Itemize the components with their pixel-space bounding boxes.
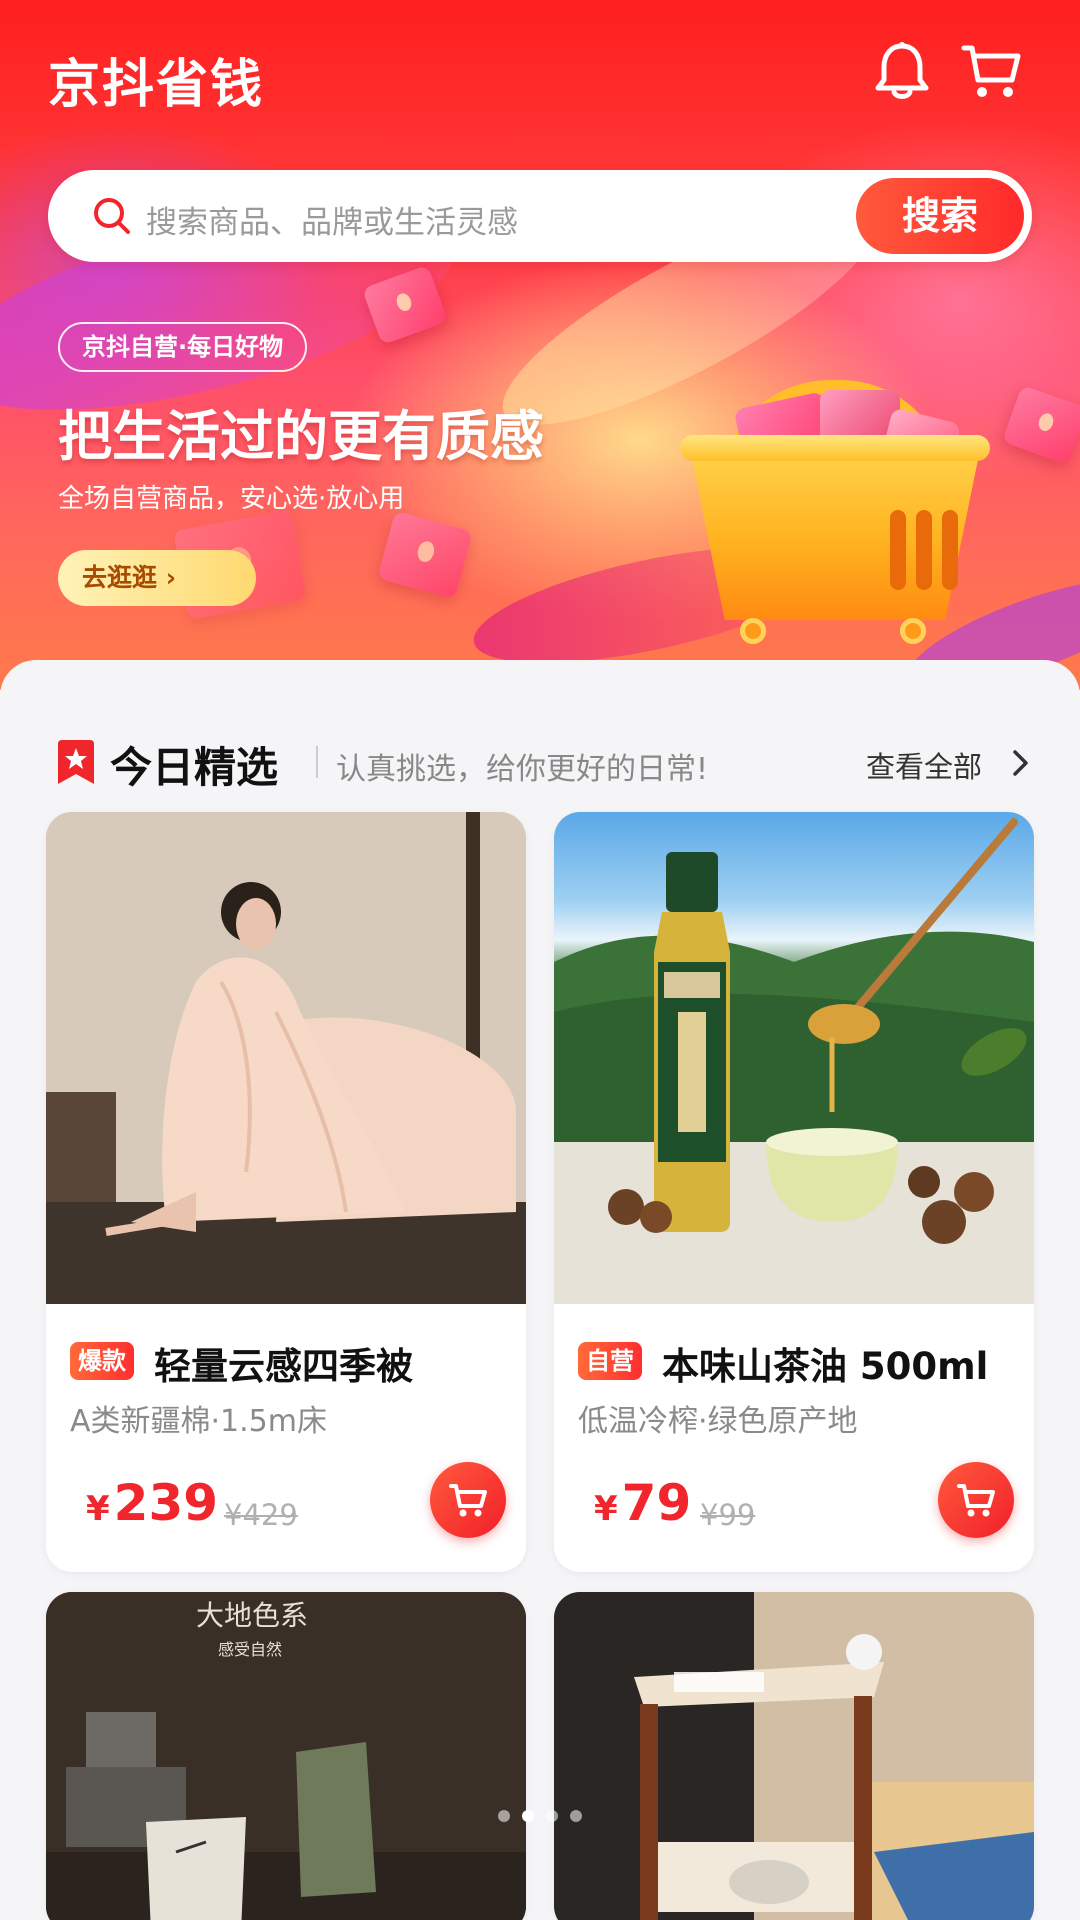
app-title: 京抖省钱 — [48, 55, 265, 115]
product-image — [554, 812, 1034, 1304]
product-card[interactable]: 自营 本味山茶油 500ml 低温冷榨·绿色原产地 ¥79 ¥99 — [554, 812, 1034, 1572]
banner-subline: 全场自营商品，安心选·放心用 — [58, 484, 405, 514]
product-price: ¥239 — [86, 1474, 218, 1532]
section-subtitle: 认真挑选，给你更好的日常! — [336, 752, 709, 787]
original-price: ¥429 — [224, 1498, 298, 1532]
bell-icon[interactable] — [872, 40, 932, 102]
shopping-basket-illustration — [680, 380, 990, 650]
decor-gift-box — [1001, 384, 1080, 466]
product-card[interactable]: 爆款 轻量云感四季被 A类新疆棉·1.5m床 ¥239 ¥429 — [46, 812, 526, 1572]
banner-tag: 京抖自营·每日好物 — [58, 322, 308, 372]
image-caption-title: 大地色系 — [196, 1599, 309, 1632]
search-icon — [92, 196, 132, 236]
product-desc: A类新疆棉·1.5m床 — [70, 1404, 327, 1439]
section-header: 今日精选 认真挑选，给你更好的日常! 查看全部 — [0, 730, 1080, 792]
view-all-link[interactable]: 查看全部 — [866, 744, 982, 786]
product-name: 轻量云感四季被 — [154, 1345, 413, 1388]
product-image: 大地色系 感受自然 — [46, 1592, 526, 1920]
image-caption-sub: 感受自然 — [218, 1640, 283, 1659]
search-bar: 搜索商品、品牌或生活灵感 搜索 — [48, 170, 1032, 262]
hot-badge: 爆款 — [70, 1342, 134, 1380]
section-title: 今日精选 — [110, 743, 279, 792]
currency-symbol: ¥ — [594, 1489, 618, 1529]
add-to-cart-button[interactable] — [938, 1462, 1014, 1538]
banner-cta-button[interactable]: 去逛逛 › — [58, 550, 256, 606]
shopping-cart-icon[interactable] — [960, 40, 1022, 102]
add-to-cart-button[interactable] — [430, 1462, 506, 1538]
hero-banner: 京抖省钱 搜索商品、品牌或生活灵感 搜索 京抖自营·每日好物 把生活过的更有质感… — [0, 0, 1080, 690]
product-card[interactable]: 大地色系 感受自然 — [46, 1592, 526, 1920]
divider — [316, 746, 318, 778]
cart-icon — [449, 1484, 487, 1517]
currency-symbol: ¥ — [86, 1489, 110, 1529]
price-value: 79 — [621, 1474, 692, 1532]
product-card[interactable] — [554, 1592, 1034, 1920]
decor-gift-box — [377, 510, 473, 600]
product-image — [554, 1592, 1034, 1920]
bookmark-star-icon — [56, 740, 96, 786]
search-input[interactable]: 搜索商品、品牌或生活灵感 — [146, 197, 518, 242]
banner-headline: 把生活过的更有质感 — [58, 405, 544, 468]
carousel-dots — [498, 1808, 582, 1824]
product-name: 本味山茶油 500ml — [662, 1345, 989, 1388]
product-desc: 低温冷榨·绿色原产地 — [578, 1404, 858, 1439]
original-price: ¥99 — [700, 1498, 756, 1532]
search-button[interactable]: 搜索 — [856, 178, 1024, 254]
content-sheet: 今日精选 认真挑选，给你更好的日常! 查看全部 爆款 轻量云感四季被 A类新疆棉… — [0, 660, 1080, 1920]
product-price: ¥79 — [594, 1474, 691, 1532]
self-operated-badge: 自营 — [578, 1342, 642, 1380]
cart-icon — [957, 1484, 995, 1517]
product-image — [46, 812, 526, 1304]
chevron-right-icon[interactable] — [1010, 748, 1032, 778]
price-value: 239 — [113, 1474, 219, 1532]
